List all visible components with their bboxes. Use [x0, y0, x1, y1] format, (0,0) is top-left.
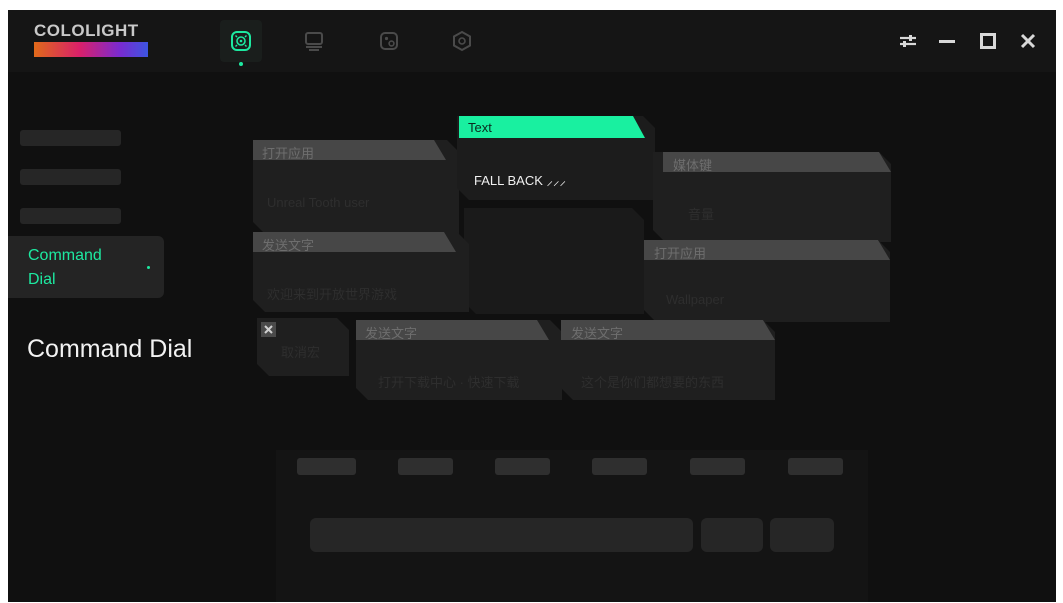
close-button[interactable] [1015, 30, 1041, 52]
close-icon [1020, 33, 1036, 49]
card-header: Text [459, 116, 645, 138]
editor-text-input[interactable] [310, 518, 693, 552]
nav-tab-settings[interactable] [441, 20, 483, 62]
dial-card-top-right[interactable]: 媒体键 音量 [653, 152, 891, 242]
nav-tab-monitor[interactable] [293, 20, 335, 62]
editor-tab[interactable] [495, 458, 550, 475]
dial-card-top-center[interactable]: Text FALL BACK ⸝⸝⸝ [457, 116, 655, 200]
card-value: 音量 [688, 207, 715, 222]
card-value: 欢迎来到开放世界游戏 [267, 287, 398, 302]
dial-icon [231, 31, 251, 51]
editor-tab[interactable] [297, 458, 356, 475]
dial-card-bottom-left[interactable]: 发送文字 打开下载中心 · 快速下载 [356, 320, 562, 400]
card-label: 媒体键 [673, 158, 713, 173]
editor-small-button[interactable] [770, 518, 834, 552]
card-value: 取消宏 [281, 345, 321, 360]
card-label: Text [468, 120, 492, 135]
nav-tab-dial[interactable] [220, 20, 262, 66]
sidebar-item-placeholder[interactable] [20, 208, 121, 224]
dial-card-mid-left[interactable]: 发送文字 欢迎来到开放世界游戏 [253, 232, 469, 312]
editor-tab[interactable] [690, 458, 745, 475]
maximize-icon [980, 33, 996, 49]
card-header: 打开应用 [644, 240, 890, 260]
editor-tab[interactable] [398, 458, 453, 475]
dial-card-bottom-right[interactable]: 发送文字 这个是你们都想要的东西 [561, 320, 775, 400]
sidebar-item-command-dial[interactable]: Command Dial [8, 236, 164, 298]
logo-text: COLOLIGHT [34, 21, 139, 40]
editor-tab[interactable] [592, 458, 647, 475]
card-header: 发送文字 [356, 320, 549, 340]
remove-action-button[interactable] [261, 322, 276, 337]
nav-tab-lighting[interactable] [368, 20, 410, 62]
card-header: 发送文字 [561, 320, 775, 340]
card-value: 打开下载中心 · 快速下载 [378, 375, 520, 390]
card-header: 媒体键 [663, 152, 891, 172]
card-value: Wallpaper [666, 292, 725, 307]
minimize-button[interactable] [934, 30, 960, 52]
title-bar: COLOLIGHT [8, 10, 1056, 72]
cololight-logo: COLOLIGHT [34, 22, 148, 57]
dial-center-hub [464, 208, 644, 314]
dial-card-top-left[interactable]: 打开应用 Unreal Tooth user [253, 140, 459, 234]
card-header: 打开应用 [253, 140, 446, 160]
sidebar-item-label: Command Dial [28, 247, 102, 288]
dial-card-bottom-small[interactable]: 取消宏 [257, 318, 349, 376]
active-tab-indicator [239, 62, 243, 66]
lighting-icon [380, 32, 398, 50]
app-window: COLOLIGHT Command Dial Command Dial 打开应用… [8, 10, 1056, 602]
card-value: 这个是你们都想要的东西 [581, 375, 725, 390]
close-icon [263, 324, 274, 335]
editor-tab[interactable] [788, 458, 843, 475]
sidebar-item-placeholder[interactable] [20, 130, 121, 146]
card-value: FALL BACK ⸝⸝⸝ [474, 173, 566, 188]
card-label: 打开应用 [262, 146, 315, 161]
editor-small-button[interactable] [701, 518, 763, 552]
minimize-icon [939, 40, 955, 43]
card-label: 打开应用 [654, 246, 707, 261]
action-editor-panel [276, 450, 868, 602]
dial-card-mid-right[interactable]: 打开应用 Wallpaper [644, 240, 890, 322]
card-label: 发送文字 [365, 326, 418, 341]
card-label: 发送文字 [571, 326, 624, 341]
maximize-button[interactable] [975, 30, 1001, 52]
active-indicator-dot [147, 266, 150, 269]
card-value: Unreal Tooth user [267, 195, 370, 210]
settings-sliders-button[interactable] [895, 30, 921, 52]
card-label: 发送文字 [262, 238, 315, 253]
card-header: 发送文字 [253, 232, 456, 252]
sidebar-item-placeholder[interactable] [20, 169, 121, 185]
monitor-icon [305, 32, 323, 51]
sliders-icon [900, 35, 916, 47]
hexagon-icon [453, 30, 471, 52]
page-title: Command Dial [27, 335, 193, 363]
logo-gradient-bar [34, 42, 148, 57]
